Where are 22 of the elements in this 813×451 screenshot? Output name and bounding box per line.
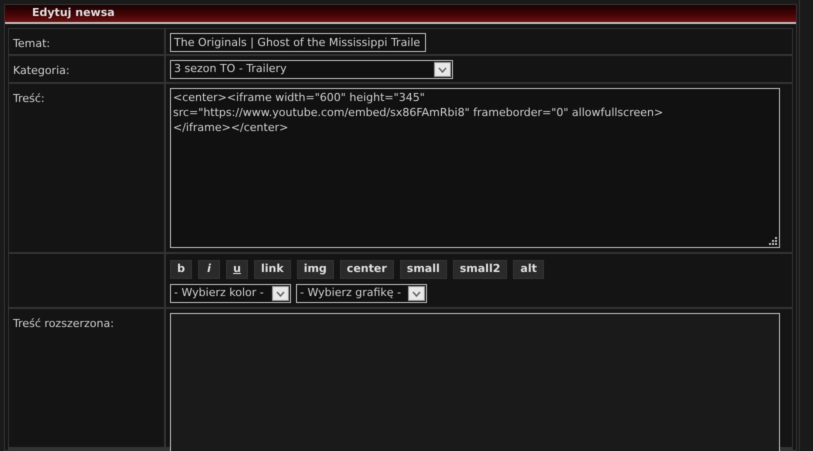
format-button[interactable]: b	[170, 260, 192, 279]
image-select[interactable]: - Wybierz grafikę -	[296, 284, 427, 303]
format-button[interactable]: u	[226, 260, 248, 279]
field-label: Treść rozszerzona:	[13, 317, 114, 330]
format-button[interactable]: center	[340, 260, 394, 279]
field-label: Treść:	[13, 92, 45, 105]
category-select[interactable]: 3 sezon TO - Trailery	[170, 60, 453, 79]
format-button[interactable]: i	[198, 260, 220, 279]
panel-title: Edytuj newsa	[32, 5, 115, 22]
content-field[interactable]: <center><iframe width="600" height="345" src="https://www.youtube.com/embed/sx86FAmRbi8" frameborder="0" allowfullscreen></iframe></center>	[170, 88, 780, 248]
format-button[interactable]: alt	[513, 260, 544, 279]
field-label: Temat:	[13, 37, 50, 50]
format-button[interactable]: small	[400, 260, 447, 279]
format-button[interactable]: small2	[452, 260, 508, 279]
extended-content-field[interactable]	[170, 313, 780, 451]
format-button[interactable]: link	[254, 260, 291, 279]
format-button[interactable]: img	[296, 260, 334, 279]
title-field[interactable]: The Originals | Ghost of the Mississippi Traile	[170, 33, 426, 52]
field-label: Kategoria:	[13, 64, 70, 77]
content-text: <center><iframe width="600" height="345" src="https://www.youtube.com/embed/sx86FAmRbi8" frameborder="0" allowfullscreen></iframe></center>	[173, 90, 664, 135]
resize-grip-icon	[769, 237, 777, 245]
color-select[interactable]: - Wybierz kolor -	[170, 284, 291, 303]
